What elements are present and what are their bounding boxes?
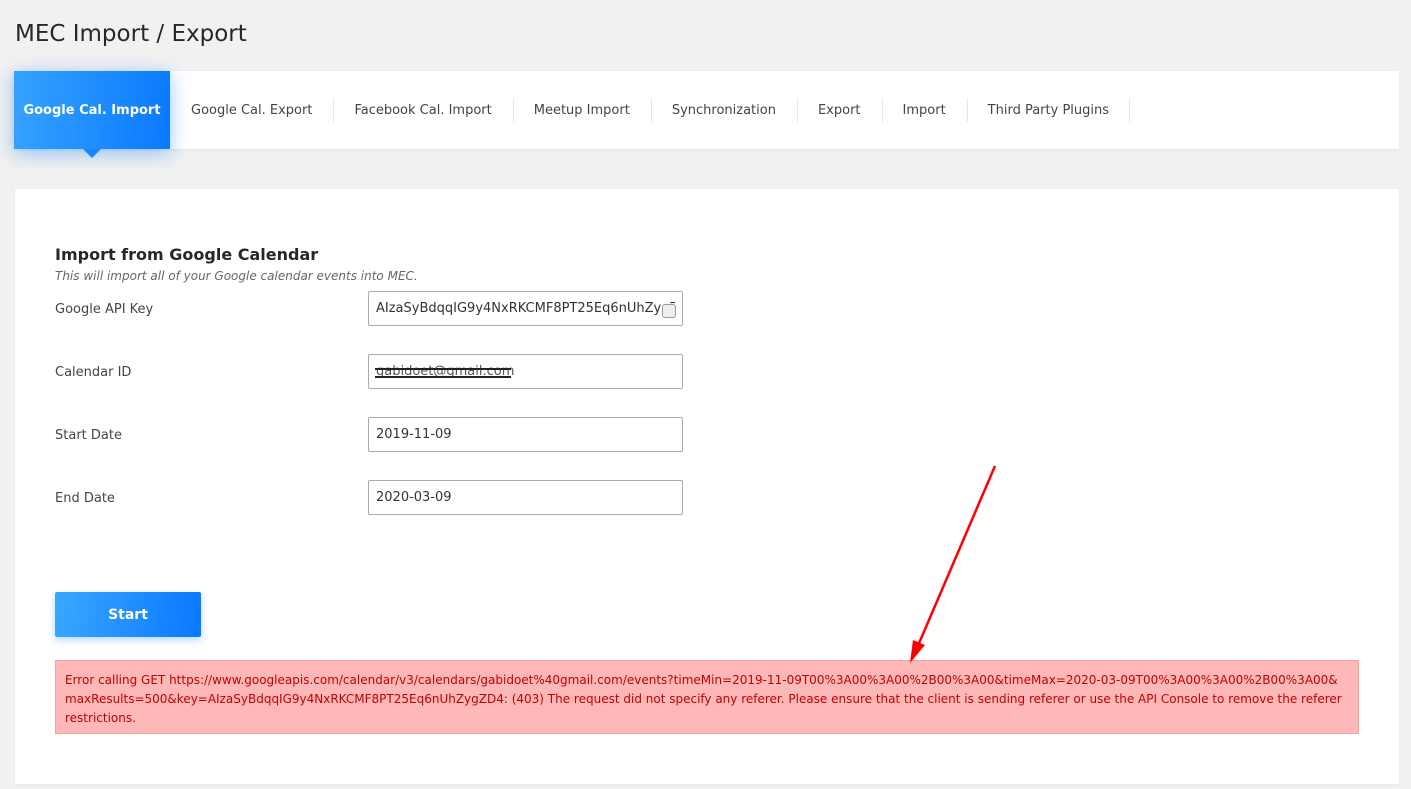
- tab-facebook-cal-import[interactable]: Facebook Cal. Import: [333, 71, 512, 149]
- page-title: MEC Import / Export: [15, 21, 247, 48]
- calendar-id-label: Calendar ID: [55, 365, 132, 380]
- tab-export[interactable]: Export: [796, 71, 882, 149]
- calendar-id-input[interactable]: [368, 354, 683, 389]
- start-button[interactable]: Start: [55, 592, 201, 637]
- end-date-input[interactable]: [368, 480, 683, 515]
- tab-synchronization[interactable]: Synchronization: [650, 71, 797, 149]
- start-date-input[interactable]: [368, 417, 683, 452]
- tab-meetup-import[interactable]: Meetup Import: [512, 71, 651, 149]
- tabs-bar: Google Cal. Import Google Cal. Export Fa…: [14, 71, 1399, 158]
- tab-third-party-plugins[interactable]: Third Party Plugins: [966, 71, 1131, 149]
- tab-google-cal-import[interactable]: Google Cal. Import: [14, 71, 170, 158]
- api-key-label: Google API Key: [55, 302, 154, 317]
- end-date-label: End Date: [55, 491, 115, 506]
- error-message: Error calling GET https://www.googleapis…: [55, 660, 1359, 734]
- section-title: Import from Google Calendar: [55, 245, 319, 265]
- tab-google-cal-export[interactable]: Google Cal. Export: [170, 71, 333, 149]
- api-key-input[interactable]: [368, 291, 683, 326]
- tab-import[interactable]: Import: [881, 71, 967, 149]
- key-autofill-icon: [662, 304, 676, 318]
- import-panel: Import from Google Calendar This will im…: [15, 189, 1399, 784]
- section-description: This will import all of your Google cale…: [55, 269, 418, 283]
- start-date-label: Start Date: [55, 428, 122, 443]
